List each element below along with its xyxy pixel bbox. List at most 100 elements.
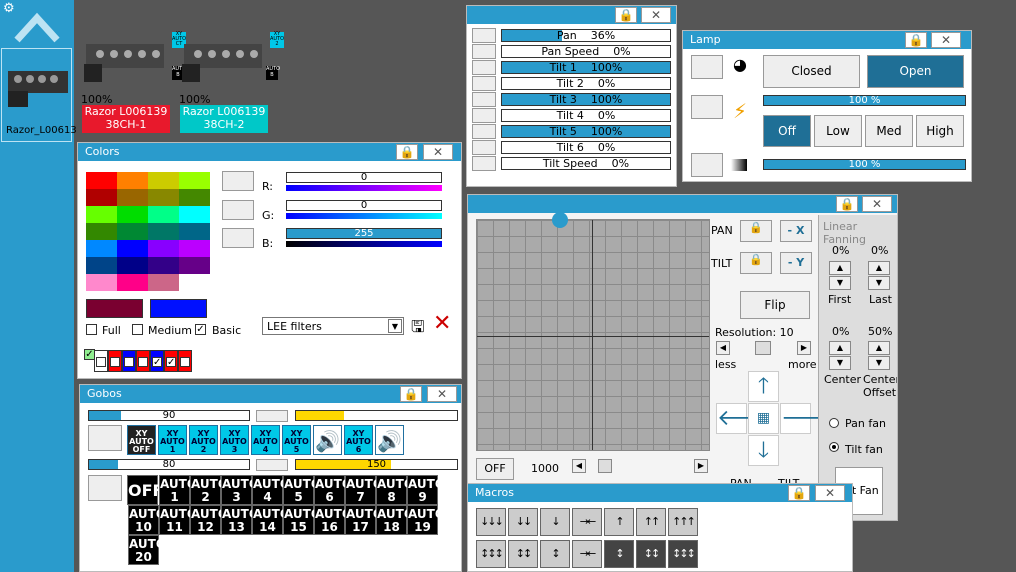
red-button[interactable]: [222, 171, 254, 191]
palette-swatch[interactable]: [94, 350, 108, 372]
color-cell[interactable]: [86, 240, 117, 257]
gobo-auto-button[interactable]: AUTO 4: [252, 475, 290, 505]
open-button[interactable]: Open: [867, 55, 964, 88]
channel-bar[interactable]: Tilt 4 0%: [501, 109, 671, 122]
gobo-button[interactable]: XY AUTO 5: [282, 425, 311, 455]
basic-checkbox[interactable]: ✓: [195, 324, 206, 335]
macro-button[interactable]: ↕↕: [508, 540, 538, 568]
palette-swatch[interactable]: [122, 350, 136, 372]
color-cell[interactable]: [117, 206, 148, 223]
macro-button[interactable]: ↕↕↕: [476, 540, 506, 568]
macro-button[interactable]: ↕↕: [636, 540, 666, 568]
close-button[interactable]: ✕: [423, 144, 453, 160]
first-up-button[interactable]: ▲: [829, 261, 851, 275]
lock-button[interactable]: 🔒: [400, 386, 422, 402]
channel-bar[interactable]: Tilt 5 100%: [501, 125, 671, 138]
palette-swatch-checkbox[interactable]: [124, 357, 134, 367]
offset-down-button[interactable]: ▼: [868, 356, 890, 370]
gobo-auto-button[interactable]: AUTO 9: [407, 475, 445, 505]
channel-button[interactable]: [472, 76, 496, 91]
speed-slider[interactable]: [598, 459, 612, 473]
macro-button[interactable]: ↕: [540, 540, 570, 568]
gobo-auto-button[interactable]: AUTO 17: [345, 505, 383, 535]
gobo-auto-button[interactable]: AUTO 14: [252, 505, 290, 535]
lock-button[interactable]: 🔒: [836, 196, 858, 212]
channel-button[interactable]: [472, 28, 496, 43]
color-cell[interactable]: [179, 189, 210, 206]
b-value-bar[interactable]: 255: [286, 228, 442, 239]
dimmer-bar[interactable]: 100 %: [763, 95, 966, 106]
less-button[interactable]: ◀: [716, 341, 730, 355]
gobo2-bar[interactable]: 80: [88, 459, 250, 470]
channel-button[interactable]: [472, 108, 496, 123]
filter-select[interactable]: LEE filters ▼: [262, 317, 404, 335]
gobo-button[interactable]: XY AUTO 4: [251, 425, 280, 455]
channel-bar[interactable]: Pan 36%: [501, 29, 671, 42]
color-cell[interactable]: [179, 223, 210, 240]
gobo-button[interactable]: XY AUTO 3: [220, 425, 249, 455]
gobo-auto-button[interactable]: AUTO 1: [159, 475, 197, 505]
macro-button[interactable]: →←: [572, 508, 602, 536]
channel-bar[interactable]: Pan Speed 0%: [501, 45, 671, 58]
lock-button[interactable]: 🔒: [788, 485, 810, 501]
color-cell[interactable]: [86, 189, 117, 206]
gobo-auto-button[interactable]: AUTO 20: [128, 535, 166, 565]
color-cell[interactable]: [117, 223, 148, 240]
gobo-auto-button[interactable]: AUTO 5: [283, 475, 321, 505]
channel-button[interactable]: [472, 124, 496, 139]
color-cell[interactable]: [86, 172, 117, 189]
palette-swatch[interactable]: [108, 350, 122, 372]
fan-bar[interactable]: 100 %: [763, 159, 966, 170]
gobo1-button[interactable]: [88, 425, 122, 451]
g-gradient[interactable]: [286, 213, 442, 219]
color-cell[interactable]: [179, 274, 210, 291]
off-button[interactable]: OFF: [476, 458, 514, 480]
channel-button[interactable]: [472, 156, 496, 171]
color-cell[interactable]: [148, 206, 179, 223]
macro-button[interactable]: ↑↑↑: [668, 508, 698, 536]
channel-button[interactable]: [472, 60, 496, 75]
pan-fan-radio[interactable]: [829, 418, 839, 428]
gobo-auto-button[interactable]: AUTO 12: [190, 505, 228, 535]
dimmer-button[interactable]: [691, 95, 723, 119]
color-cell[interactable]: [86, 257, 117, 274]
green-button[interactable]: [222, 200, 254, 220]
channel-button[interactable]: [472, 44, 496, 59]
macro-button[interactable]: ↕↕↕: [668, 540, 698, 568]
color-cell[interactable]: [179, 240, 210, 257]
close-button[interactable]: ✕: [931, 32, 961, 48]
speed-left-button[interactable]: ◀: [572, 459, 586, 473]
closed-button[interactable]: Closed: [763, 55, 860, 88]
color-cell[interactable]: [86, 206, 117, 223]
gobo-auto-button[interactable]: AUTO 19: [407, 505, 445, 535]
lamp-button[interactable]: [691, 55, 723, 79]
pan-lock-button[interactable]: 🔒: [740, 220, 772, 242]
channel-bar[interactable]: Tilt 1 100%: [501, 61, 671, 74]
resolution-slider[interactable]: [755, 341, 771, 355]
gobo1-shake-button[interactable]: [256, 410, 288, 422]
speed-right-button[interactable]: ▶: [694, 459, 708, 473]
g-value-bar[interactable]: 0: [286, 200, 442, 211]
last-up-button[interactable]: ▲: [868, 261, 890, 275]
tilt-fan-radio[interactable]: [829, 442, 839, 452]
lock-button[interactable]: 🔒: [615, 7, 637, 23]
lock-button[interactable]: 🔒: [905, 32, 927, 48]
color-cell[interactable]: [179, 172, 210, 189]
color-cell[interactable]: [117, 189, 148, 206]
gobo-auto-button[interactable]: AUTO 8: [376, 475, 414, 505]
close-button[interactable]: ✕: [815, 485, 845, 501]
full-checkbox[interactable]: [86, 324, 97, 335]
palette-swatch-checkbox[interactable]: [96, 357, 106, 367]
off-button[interactable]: Off: [763, 115, 811, 147]
color-cell[interactable]: [86, 223, 117, 240]
macro-button[interactable]: ↑↑: [636, 508, 666, 536]
macro-button[interactable]: ↓↓: [508, 508, 538, 536]
delete-icon[interactable]: ✕: [433, 313, 451, 335]
close-button[interactable]: ✕: [427, 386, 457, 402]
gobo-button[interactable]: XY AUTO 6: [344, 425, 373, 455]
gobo2-button[interactable]: [88, 475, 122, 501]
gobo-auto-button[interactable]: AUTO 11: [159, 505, 197, 535]
collapse-up-icon[interactable]: [14, 10, 60, 44]
gobo-auto-button[interactable]: AUTO 6: [314, 475, 352, 505]
close-button[interactable]: ✕: [862, 196, 892, 212]
